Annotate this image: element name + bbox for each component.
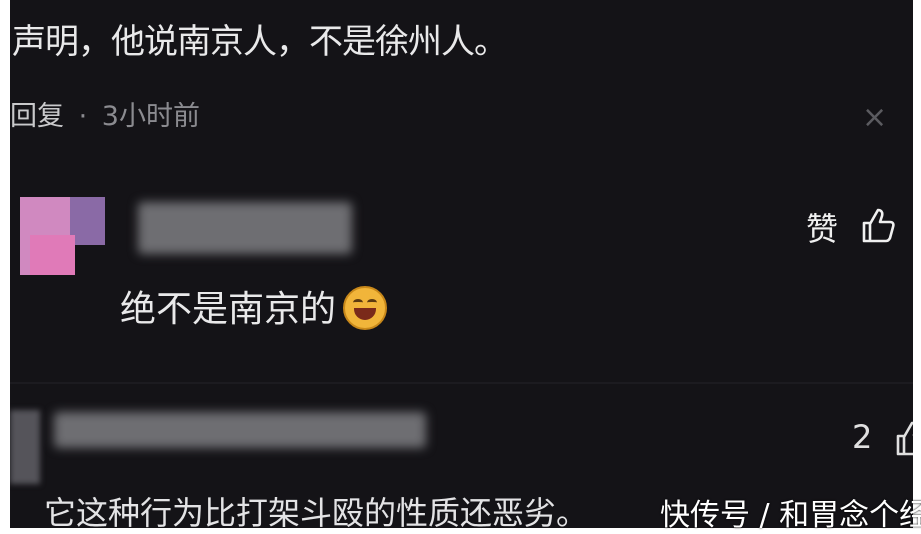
thumbs-up-icon[interactable] xyxy=(858,205,898,245)
close-icon[interactable]: × xyxy=(862,100,887,135)
comment-text: 它这种行为比打架斗殴的性质还恶劣。 xyxy=(44,494,589,528)
reply-row: 回复 · 3小时前 xyxy=(10,94,200,133)
avatar[interactable] xyxy=(20,197,105,275)
username-redacted xyxy=(138,202,352,254)
divider xyxy=(10,382,913,384)
avatar[interactable] xyxy=(10,410,40,484)
username-redacted xyxy=(54,412,426,448)
laughing-emoji-icon xyxy=(343,286,387,330)
separator-dot: · xyxy=(78,101,88,132)
like-label[interactable]: 赞 xyxy=(806,204,838,250)
parent-comment-text: 声明，他说南京人，不是徐州人。 xyxy=(12,22,508,62)
comment-text: 绝不是南京的 xyxy=(120,289,337,330)
watermark: 快传号 / 和胃念个经 xyxy=(660,498,921,533)
like-count: 2 xyxy=(852,418,873,456)
comment-panel: 声明，他说南京人，不是徐州人。 回复 · 3小时前 × 赞 绝不是南京的 2 它… xyxy=(10,0,913,528)
comment-timestamp: 3小时前 xyxy=(101,101,200,132)
reply-button[interactable]: 回复 xyxy=(10,101,64,132)
thumbs-up-icon[interactable] xyxy=(892,418,913,458)
